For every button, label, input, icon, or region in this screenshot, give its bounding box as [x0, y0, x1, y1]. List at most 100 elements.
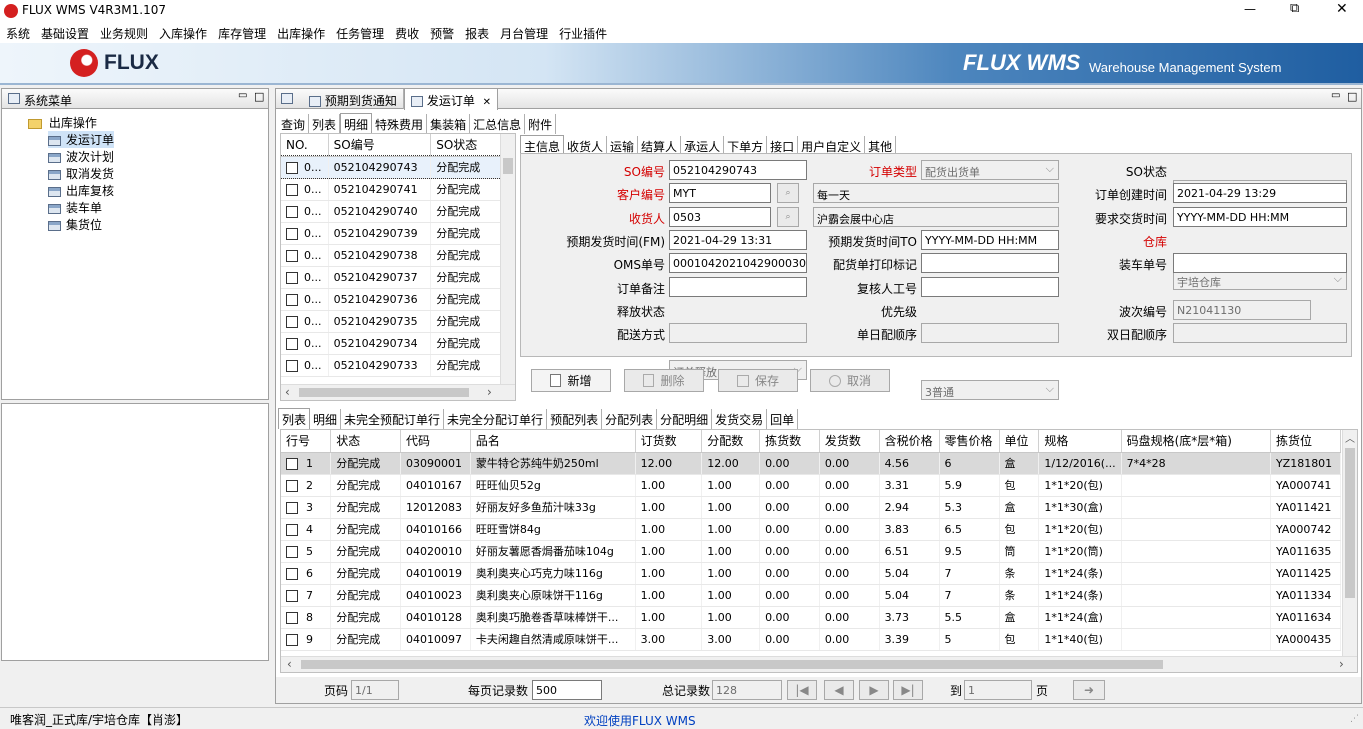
table-row[interactable]: 9 分配完成 04010097 卡夫闲趣自然清咸原味饼干... 3.00 3.00 0.00… [281, 628, 1342, 651]
delete-button[interactable]: 删除 [624, 369, 704, 392]
table-row[interactable]: 7 分配完成 04010023 奥利奥夹心原味饼干116g 1.00 1.00 0.00 0.… [281, 584, 1342, 607]
detail-header[interactable]: 分配数 [701, 430, 761, 453]
row-checkbox[interactable] [286, 567, 298, 580]
consignee-input[interactable]: 0503 [669, 206, 771, 227]
new-button[interactable]: 新增 [531, 369, 611, 392]
menu-item[interactable]: 出库操作 [271, 22, 330, 42]
priority-input[interactable]: 3普通 [921, 379, 1059, 400]
row-checkbox[interactable] [286, 249, 298, 262]
so-list-header[interactable]: NO. [281, 134, 329, 157]
menu-item[interactable]: 行业插件 [553, 22, 612, 42]
row-checkbox[interactable] [286, 359, 298, 372]
row-checkbox[interactable] [286, 183, 298, 196]
detail-header[interactable]: 码盘规格(底*层*箱) [1121, 430, 1271, 453]
detail-header[interactable]: 品名 [470, 430, 636, 453]
sub-tab[interactable]: 列表 [309, 114, 341, 134]
table-row[interactable]: 0... 052104290733 分配完成 [281, 354, 501, 377]
detail-tab[interactable]: 分配明细 [657, 409, 713, 429]
req-time-input[interactable]: YYYY-MM-DD HH:MM [1173, 206, 1347, 227]
detail-tab[interactable]: 分配列表 [602, 409, 658, 429]
lookup-icon[interactable]: ⌕ [777, 206, 799, 227]
row-checkbox[interactable] [286, 315, 298, 328]
detail-tab[interactable]: 列表 [278, 408, 311, 429]
detail-header[interactable]: 代码 [400, 430, 471, 453]
table-row[interactable]: 3 分配完成 12012083 好丽友好多鱼茄汁味33g 1.00 1.00 0.00 0.0… [281, 496, 1342, 519]
sub-tab[interactable]: 特殊费用 [372, 114, 428, 134]
tree-item[interactable]: 发运订单 [48, 131, 115, 148]
detail-tab[interactable]: 预配列表 [547, 409, 603, 429]
row-checkbox[interactable] [286, 611, 298, 624]
tree-item[interactable]: 取消发货 [48, 165, 114, 182]
detail-header[interactable]: 行号 [281, 430, 332, 453]
table-row[interactable]: 5 分配完成 04020010 好丽友薯愿香焗番茄味104g 1.00 1.00 0.00 0… [281, 540, 1342, 563]
goto-input[interactable]: 1 [964, 680, 1032, 700]
minimize-panel-icon[interactable]: ▭ [238, 90, 247, 101]
row-checkbox[interactable] [286, 479, 298, 492]
so-no-input[interactable]: 052104290743 [669, 160, 807, 180]
per-page-input[interactable]: 500 [532, 680, 602, 700]
menu-item[interactable]: 业务规则 [94, 22, 153, 42]
editor-tab-arrival[interactable]: 预期到货通知 [301, 89, 404, 109]
menu-item[interactable]: 库存管理 [212, 22, 271, 42]
so-list-header[interactable]: SO状态 [430, 134, 501, 157]
so-list-vscrollbar[interactable] [500, 134, 515, 384]
detail-hscrollbar[interactable]: ‹ › [281, 656, 1357, 672]
maximize-panel-icon[interactable]: □ [1347, 90, 1357, 103]
row-checkbox[interactable] [286, 205, 298, 218]
detail-tab[interactable]: 回单 [767, 409, 799, 429]
oms-input[interactable]: 000104202104290003022 [669, 253, 807, 274]
lookup-icon[interactable]: ⌕ [777, 183, 799, 204]
ship-to-input[interactable]: YYYY-MM-DD HH:MM [921, 229, 1059, 250]
row-checkbox[interactable] [286, 545, 298, 558]
row-checkbox[interactable] [286, 227, 298, 240]
reviewer-input[interactable] [921, 276, 1059, 297]
close-button[interactable]: ✕ [1336, 1, 1348, 17]
detail-tab[interactable]: 未完全预配订单行 [341, 409, 445, 429]
detail-header[interactable]: 规格 [1038, 430, 1122, 453]
table-row[interactable]: 6 分配完成 04010019 奥利奥夹心巧克力味116g 1.00 1.00 0.00 0.… [281, 562, 1342, 585]
detail-header[interactable]: 状态 [330, 430, 401, 453]
row-checkbox[interactable] [286, 293, 298, 306]
first-page-button[interactable]: |◀ [787, 680, 817, 700]
table-row[interactable]: 2 分配完成 04010167 旺旺仙贝52g 1.00 1.00 0.00 0.00 3.31… [281, 474, 1342, 497]
sub-tab[interactable]: 明细 [340, 113, 373, 134]
single-seq-input[interactable] [921, 323, 1059, 344]
table-row[interactable]: 0... 052104290741 分配完成 [281, 178, 501, 201]
detail-header[interactable]: 拣货位 [1270, 430, 1342, 453]
row-checkbox[interactable] [286, 589, 298, 602]
tree-item[interactable]: 集货位 [48, 216, 114, 233]
menu-item[interactable]: 入库操作 [153, 22, 212, 42]
menu-item[interactable]: 报表 [459, 22, 494, 42]
table-row[interactable]: 0... 052104290737 分配完成 [281, 266, 501, 289]
editor-tab-shipment[interactable]: 发运订单 ✕ [404, 88, 499, 110]
sub-tab[interactable]: 集装箱 [427, 114, 471, 134]
created-input[interactable]: 2021-04-29 13:29 [1173, 183, 1347, 204]
restore-button[interactable]: ⧉ [1290, 1, 1299, 16]
sub-tab[interactable]: 查询 [278, 114, 310, 134]
so-list-header[interactable]: SO编号 [328, 134, 432, 157]
order-type-input[interactable]: 配货出货单 [921, 160, 1059, 180]
detail-header[interactable]: 拣货数 [759, 430, 820, 453]
table-row[interactable]: 1 分配完成 03090001 蒙牛特仑苏纯牛奶250ml 12.00 12.00 0.00… [281, 452, 1342, 475]
remark-input[interactable] [669, 276, 807, 297]
table-row[interactable]: 0... 052104290735 分配完成 [281, 310, 501, 333]
menu-item[interactable]: 月台管理 [494, 22, 553, 42]
goto-button[interactable]: ➜ [1073, 680, 1105, 700]
menu-item[interactable]: 基础设置 [35, 22, 94, 42]
double-seq-input[interactable] [1173, 323, 1347, 344]
sub-tab[interactable]: 附件 [525, 114, 557, 134]
row-checkbox[interactable] [286, 457, 298, 470]
customer-input[interactable]: MYT [669, 183, 771, 204]
so-list-hscrollbar[interactable]: ‹ › [281, 384, 515, 400]
detail-header[interactable]: 发货数 [819, 430, 880, 453]
menu-item[interactable]: 系统 [0, 22, 35, 42]
detail-header[interactable]: 订货数 [635, 430, 703, 453]
tree-item[interactable]: 装车单 [48, 199, 114, 216]
detail-vscrollbar[interactable]: ︿ [1342, 430, 1357, 656]
minimize-button[interactable]: — [1244, 2, 1256, 16]
menu-item[interactable]: 预警 [424, 22, 459, 42]
sub-tab[interactable]: 汇总信息 [470, 114, 526, 134]
menu-item[interactable]: 费收 [389, 22, 424, 42]
table-row[interactable]: 0... 052104290734 分配完成 [281, 332, 501, 355]
row-checkbox[interactable] [286, 501, 298, 514]
